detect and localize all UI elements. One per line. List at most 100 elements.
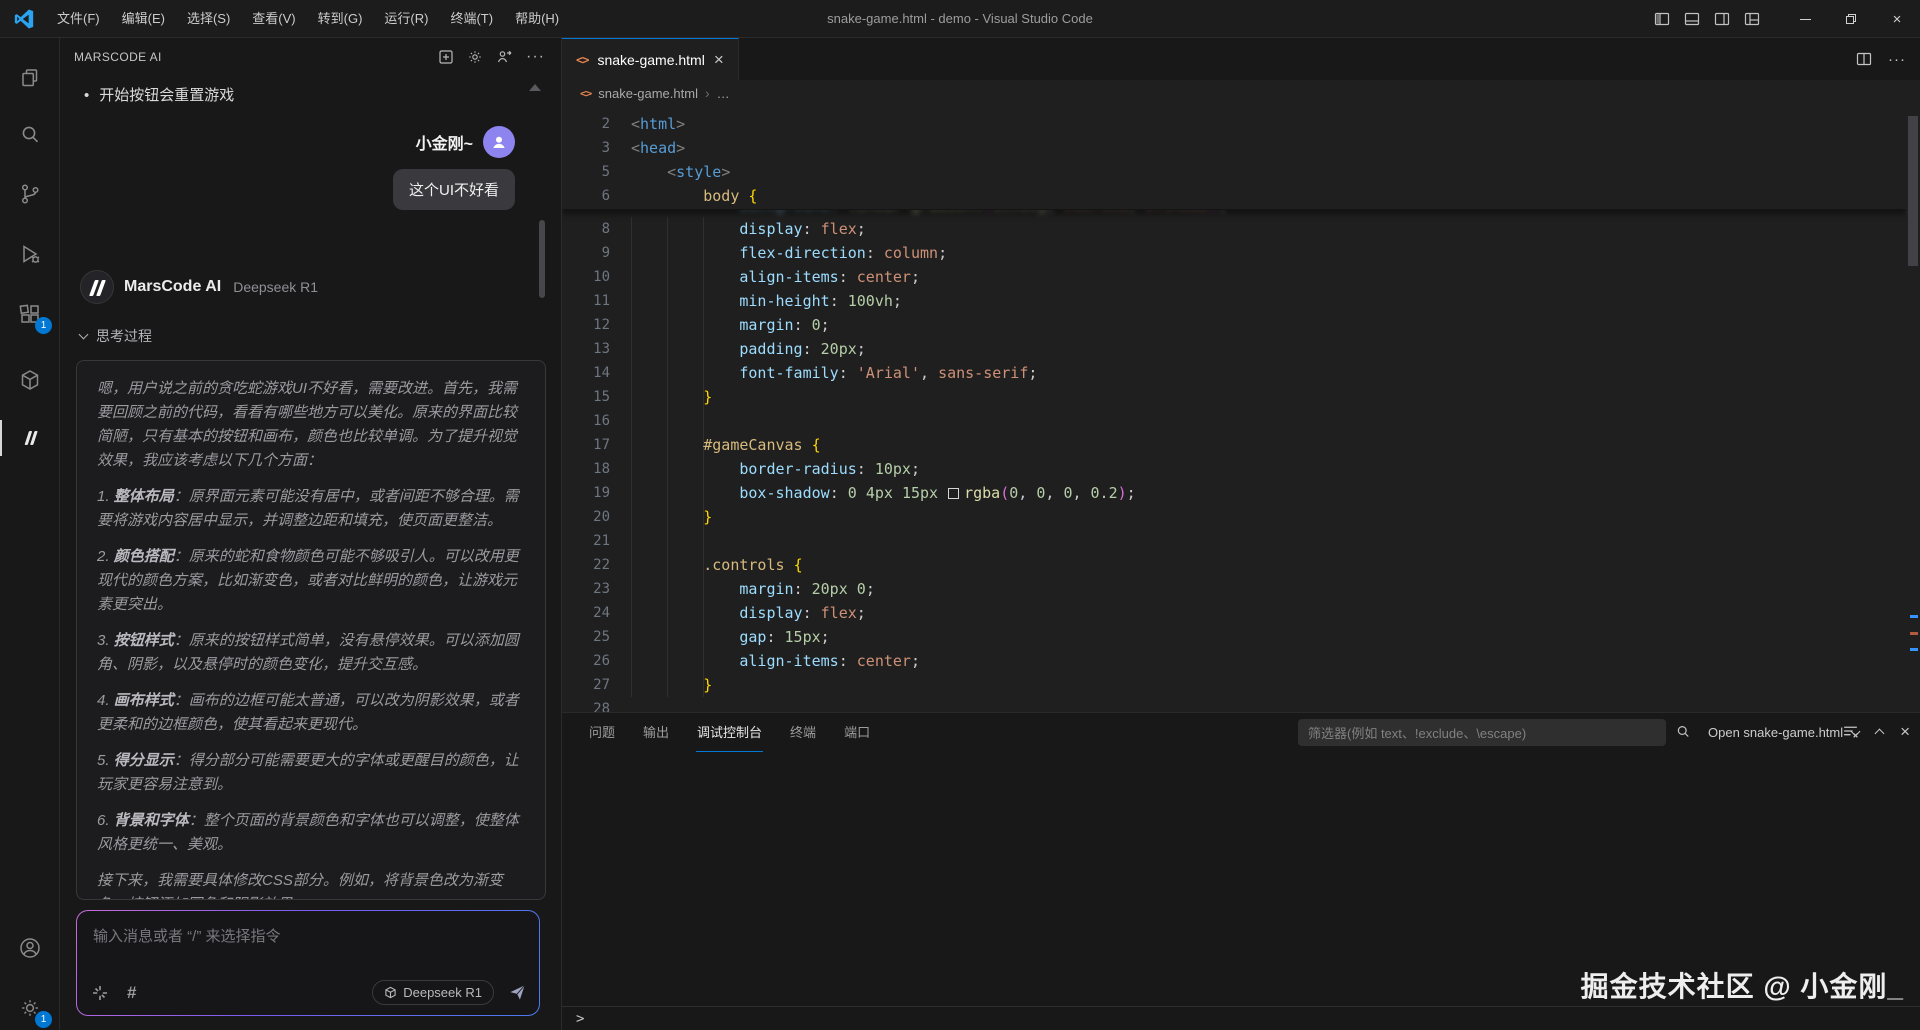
split-editor-icon[interactable] <box>1856 51 1872 67</box>
context-hash-icon[interactable]: # <box>127 983 136 1003</box>
sidebar-header: MARSCODE AI ··· <box>60 38 561 76</box>
tab-close-icon[interactable]: × <box>714 53 724 67</box>
toggle-secondary-sidebar-icon[interactable] <box>1714 11 1730 27</box>
marscode-logo-icon <box>80 270 114 304</box>
settings-gear-icon[interactable]: 1 <box>0 986 60 1030</box>
activity-bar: 1 1 <box>0 38 60 1030</box>
titlebar: 文件(F)编辑(E)选择(S)查看(V)转到(G)运行(R)终端(T)帮助(H)… <box>0 0 1920 38</box>
panel-tab[interactable]: 调试控制台 <box>696 712 763 752</box>
code-line: 6 body { <box>562 184 1906 208</box>
model-selector[interactable]: Deepseek R1 <box>372 980 494 1005</box>
filter-placeholder: 筛选器(例如 text、!exclude、\escape) <box>1308 723 1526 742</box>
code-line: 24 display: flex; <box>562 601 1906 625</box>
window-title: snake-game.html - demo - Visual Studio C… <box>827 0 1093 38</box>
code-line: 13 padding: 20px; <box>562 337 1906 361</box>
menu-item[interactable]: 运行(R) <box>373 0 439 38</box>
extensions-icon[interactable]: 1 <box>0 292 60 336</box>
skills-sparkle-icon[interactable] <box>91 984 109 1002</box>
breadcrumb-separator-icon: › <box>705 85 710 101</box>
panel-tab[interactable]: 问题 <box>588 712 616 752</box>
vscode-window: 文件(F)编辑(E)选择(S)查看(V)转到(G)运行(R)终端(T)帮助(H)… <box>0 0 1920 1030</box>
minimize-button[interactable] <box>1782 0 1828 38</box>
maximize-panel-icon[interactable] <box>1875 728 1885 738</box>
assistant-model: Deepseek R1 <box>233 279 318 295</box>
scrollbar-thumb[interactable] <box>1908 116 1918 266</box>
chat-input[interactable]: 输入消息或者 “/” 来选择指令 # Deepseek R1 <box>77 911 539 1015</box>
menu-item[interactable]: 帮助(H) <box>504 0 570 38</box>
panel-header: 问题输出调试控制台终端端口 筛选器(例如 text、!exclude、\esca… <box>562 713 1920 751</box>
close-panel-icon[interactable]: × <box>1900 726 1910 738</box>
source-control-icon[interactable] <box>0 172 60 216</box>
container-icon[interactable] <box>0 358 60 402</box>
thinking-paragraph: 6. 背景和字体：整个页面的背景颜色和字体也可以调整，使整体风格更统一、美观。 <box>97 809 525 857</box>
code-line: 12 margin: 0; <box>562 313 1906 337</box>
user-avatar <box>483 126 515 158</box>
clear-console-icon[interactable] <box>1842 723 1859 740</box>
overview-ruler-mark <box>1910 632 1918 635</box>
html-file-icon: <> <box>576 53 588 67</box>
run-debug-icon[interactable] <box>0 232 60 276</box>
menu-item[interactable]: 选择(S) <box>176 0 241 38</box>
chat-input-placeholder: 输入消息或者 “/” 来选择指令 <box>93 925 281 946</box>
panel-tab[interactable]: 端口 <box>843 712 871 752</box>
editor-more-actions-icon[interactable]: ··· <box>1888 51 1906 68</box>
code-line: 5 <style> <box>562 160 1906 184</box>
menu-item[interactable]: 转到(G) <box>307 0 374 38</box>
code-line: 19 box-shadow: 0 4px 15px rgba(0, 0, 0, … <box>562 481 1906 505</box>
thinking-paragraph: 嗯，用户说之前的贪吃蛇游戏UI不好看，需要改进。首先，我需要回顾之前的代码，看看… <box>97 377 525 473</box>
settings-badge: 1 <box>35 1011 52 1028</box>
menu-item[interactable]: 编辑(E) <box>111 0 176 38</box>
restore-button[interactable] <box>1828 0 1874 38</box>
editor-scrollbar[interactable] <box>1906 106 1920 712</box>
color-swatch[interactable] <box>948 488 959 499</box>
menubar: 文件(F)编辑(E)选择(S)查看(V)转到(G)运行(R)终端(T)帮助(H) <box>46 0 570 38</box>
scroll-up-arrow-icon[interactable] <box>529 84 541 91</box>
account-icon[interactable] <box>0 926 60 970</box>
chat-settings-gear-icon[interactable] <box>467 49 483 65</box>
thinking-paragraph: 1. 整体布局：原界面元素可能没有居中，或者间距不够合理。需要将游戏内容居中显示… <box>97 485 525 533</box>
thinking-paragraph: 2. 颜色搭配：原来的蛇和食物颜色可能不够吸引人。可以改用更现代的颜色方案，比如… <box>97 545 525 617</box>
debug-console-input[interactable]: > <box>562 1006 1920 1030</box>
console-prompt: > <box>576 1011 584 1027</box>
code-line: 8 display: flex; <box>562 217 1906 241</box>
menu-item[interactable]: 查看(V) <box>241 0 306 38</box>
sticky-scroll: 2<html>3<head>5 <style>6 body { <box>562 106 1906 210</box>
share-profile-icon[interactable] <box>496 49 513 65</box>
code-line: 26 align-items: center; <box>562 649 1906 673</box>
assistant-header: MarsCode AI Deepseek R1 <box>80 270 318 304</box>
filter-input[interactable]: 筛选器(例如 text、!exclude、\escape) <box>1298 719 1666 746</box>
user-name: 小金刚~ <box>416 130 473 154</box>
thinking-paragraph: 3. 按钮样式：原来的按钮样式简单，没有悬停效果。可以添加圆角、阴影，以及悬停时… <box>97 629 525 677</box>
explorer-icon[interactable] <box>0 56 60 100</box>
toggle-panel-icon[interactable] <box>1684 11 1700 27</box>
more-actions-icon[interactable]: ··· <box>526 52 545 62</box>
watermark: 掘金技术社区 @ 小金刚_ <box>1581 965 1904 1005</box>
panel-tab[interactable]: 终端 <box>789 712 817 752</box>
toggle-sidebar-icon[interactable] <box>1654 11 1670 27</box>
bottom-panel: 问题输出调试控制台终端端口 筛选器(例如 text、!exclude、\esca… <box>562 712 1920 1030</box>
console-source-dropdown[interactable]: Open snake-game.html <box>1702 720 1865 745</box>
menu-item[interactable]: 终端(T) <box>439 0 504 38</box>
code-line: 14 font-family: 'Arial', sans-serif; <box>562 361 1906 385</box>
code-line: 22 .controls { <box>562 553 1906 577</box>
new-chat-icon[interactable] <box>438 49 454 65</box>
html-file-icon: <> <box>580 87 591 100</box>
tab-snake-game[interactable]: <> snake-game.html × <box>562 38 739 80</box>
extensions-badge: 1 <box>35 317 52 334</box>
menu-item[interactable]: 文件(F) <box>46 0 111 38</box>
code-editor[interactable]: background: linear-gradient(135deg, #667… <box>562 106 1906 712</box>
close-button[interactable]: × <box>1874 0 1920 38</box>
sidebar-scrollbar-thumb[interactable] <box>539 220 545 298</box>
thinking-paragraph: 4. 画布样式：画布的边框可能太普通，可以改为阴影效果，或者更柔和的边框颜色，使… <box>97 689 525 737</box>
panel-tab[interactable]: 输出 <box>642 712 670 752</box>
thinking-toggle[interactable]: 思考过程 <box>80 326 152 346</box>
marscode-ai-icon[interactable] <box>0 416 60 460</box>
panel-search-icon[interactable] <box>1674 723 1692 741</box>
thinking-paragraph: 5. 得分显示：得分部分可能需要更大的字体或更醒目的颜色，让玩家更容易注意到。 <box>97 749 525 797</box>
user-row: 小金刚~ <box>416 126 515 158</box>
send-icon[interactable] <box>508 983 527 1002</box>
customize-layout-icon[interactable] <box>1744 11 1760 27</box>
breadcrumb[interactable]: <> snake-game.html › … <box>562 80 1920 106</box>
search-icon[interactable] <box>0 113 60 157</box>
panel-tabs: 问题输出调试控制台终端端口 <box>588 712 871 752</box>
